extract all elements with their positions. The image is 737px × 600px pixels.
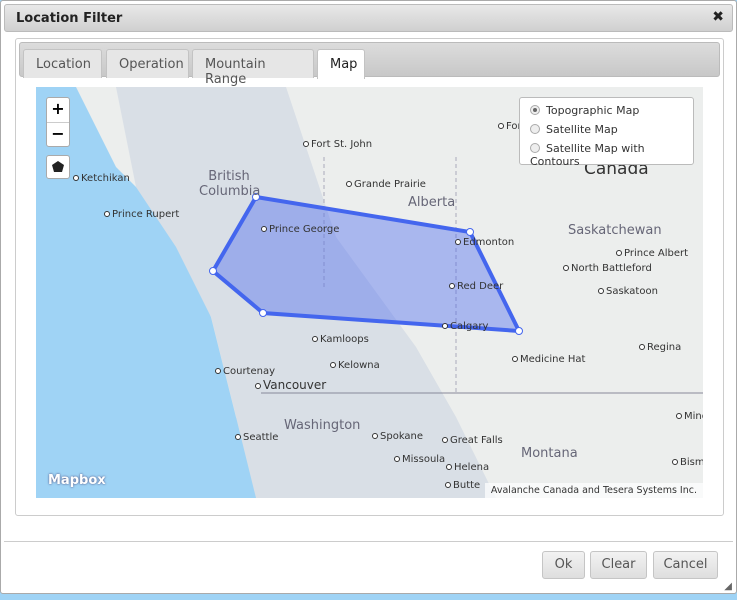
city-label: Helena — [446, 462, 489, 473]
tab-map[interactable]: Map — [317, 49, 365, 79]
tab-operation[interactable]: Operation — [106, 49, 189, 78]
cancel-button[interactable]: Cancel — [653, 551, 718, 579]
zoom-in-button[interactable]: + — [47, 98, 69, 122]
radio-button[interactable] — [530, 143, 540, 153]
close-icon[interactable]: ✖ — [712, 9, 724, 25]
city-label: Bisma — [672, 457, 703, 468]
vertex-handle[interactable] — [209, 267, 217, 275]
city-label: Kelowna — [330, 360, 380, 371]
region-label: Montana — [521, 446, 578, 461]
tab-mountain-range[interactable]: Mountain Range — [192, 49, 314, 87]
city-label: Missoula — [394, 454, 445, 465]
city-label: Saskatoon — [598, 286, 658, 297]
clear-button[interactable]: Clear — [590, 551, 647, 579]
city-label: Prince Rupert — [104, 209, 179, 220]
city-label: Vancouver — [255, 378, 326, 392]
zoom-control: + − — [46, 97, 70, 147]
dialog-title: Location Filter — [16, 11, 123, 26]
resize-grip-icon[interactable]: ◢ — [724, 581, 732, 592]
layer-switcher: Topographic Map Satellite Map Satellite … — [519, 97, 694, 168]
map-view[interactable]: Canada British Columbia Alberta Saskatch… — [36, 87, 703, 498]
location-filter-dialog: Location Filter ✖ Location Operation Mou… — [0, 0, 737, 594]
vertex-handle[interactable] — [466, 228, 474, 236]
radio-button[interactable] — [530, 124, 540, 134]
dialog-titlebar[interactable]: Location Filter ✖ — [4, 4, 733, 32]
layer-option-satellite[interactable]: Satellite Map — [530, 123, 683, 142]
city-label: Courtenay — [215, 366, 275, 377]
city-label: Fort St. John — [303, 139, 372, 150]
city-label: Medicine Hat — [512, 354, 585, 365]
city-label: Seattle — [235, 432, 278, 443]
region-label: Saskatchewan — [568, 223, 662, 238]
region-label: British Columbia — [199, 169, 261, 199]
city-label: Red Deer — [449, 281, 503, 292]
layer-label: Satellite Map with Contours — [530, 142, 645, 168]
city-label: Prince Albert — [616, 248, 688, 259]
draw-polygon-button[interactable] — [46, 155, 70, 179]
city-label: Regina — [639, 342, 681, 353]
city-label: Great Falls — [442, 435, 503, 446]
tab-panel: Location Operation Mountain Range Map Ca… — [15, 38, 724, 516]
city-label: Kamloops — [312, 334, 369, 345]
radio-button[interactable] — [530, 105, 540, 115]
layer-option-topographic[interactable]: Topographic Map — [530, 104, 683, 123]
map-attribution: Avalanche Canada and Tesera Systems Inc. — [484, 483, 703, 498]
footer-divider — [4, 541, 733, 542]
city-label: Prince George — [261, 224, 339, 235]
layer-label: Topographic Map — [546, 104, 640, 117]
polygon-icon — [52, 161, 64, 172]
ok-button[interactable]: Ok — [542, 551, 585, 579]
tab-location[interactable]: Location — [23, 49, 102, 78]
city-label: Butte — [445, 480, 480, 491]
city-label: Calgary — [442, 321, 488, 332]
city-label: North Battleford — [563, 263, 652, 274]
layer-label: Satellite Map — [546, 123, 618, 136]
mapbox-logo[interactable]: Mapbox — [48, 473, 106, 488]
city-label: Mino — [676, 411, 703, 422]
city-label: Grande Prairie — [346, 179, 426, 190]
vertex-handle[interactable] — [515, 327, 523, 335]
city-label: Spokane — [372, 431, 423, 442]
city-label: Edmonton — [455, 237, 514, 248]
city-label: Ketchikan — [73, 173, 130, 184]
region-label: Alberta — [408, 195, 456, 210]
tab-bar: Location Operation Mountain Range Map — [19, 42, 720, 87]
vertex-handle[interactable] — [259, 309, 267, 317]
region-label: Washington — [284, 418, 361, 433]
zoom-out-button[interactable]: − — [47, 122, 69, 146]
layer-option-satellite-contours[interactable]: Satellite Map with Contours — [530, 142, 683, 168]
filter-polygon[interactable] — [210, 194, 523, 334]
